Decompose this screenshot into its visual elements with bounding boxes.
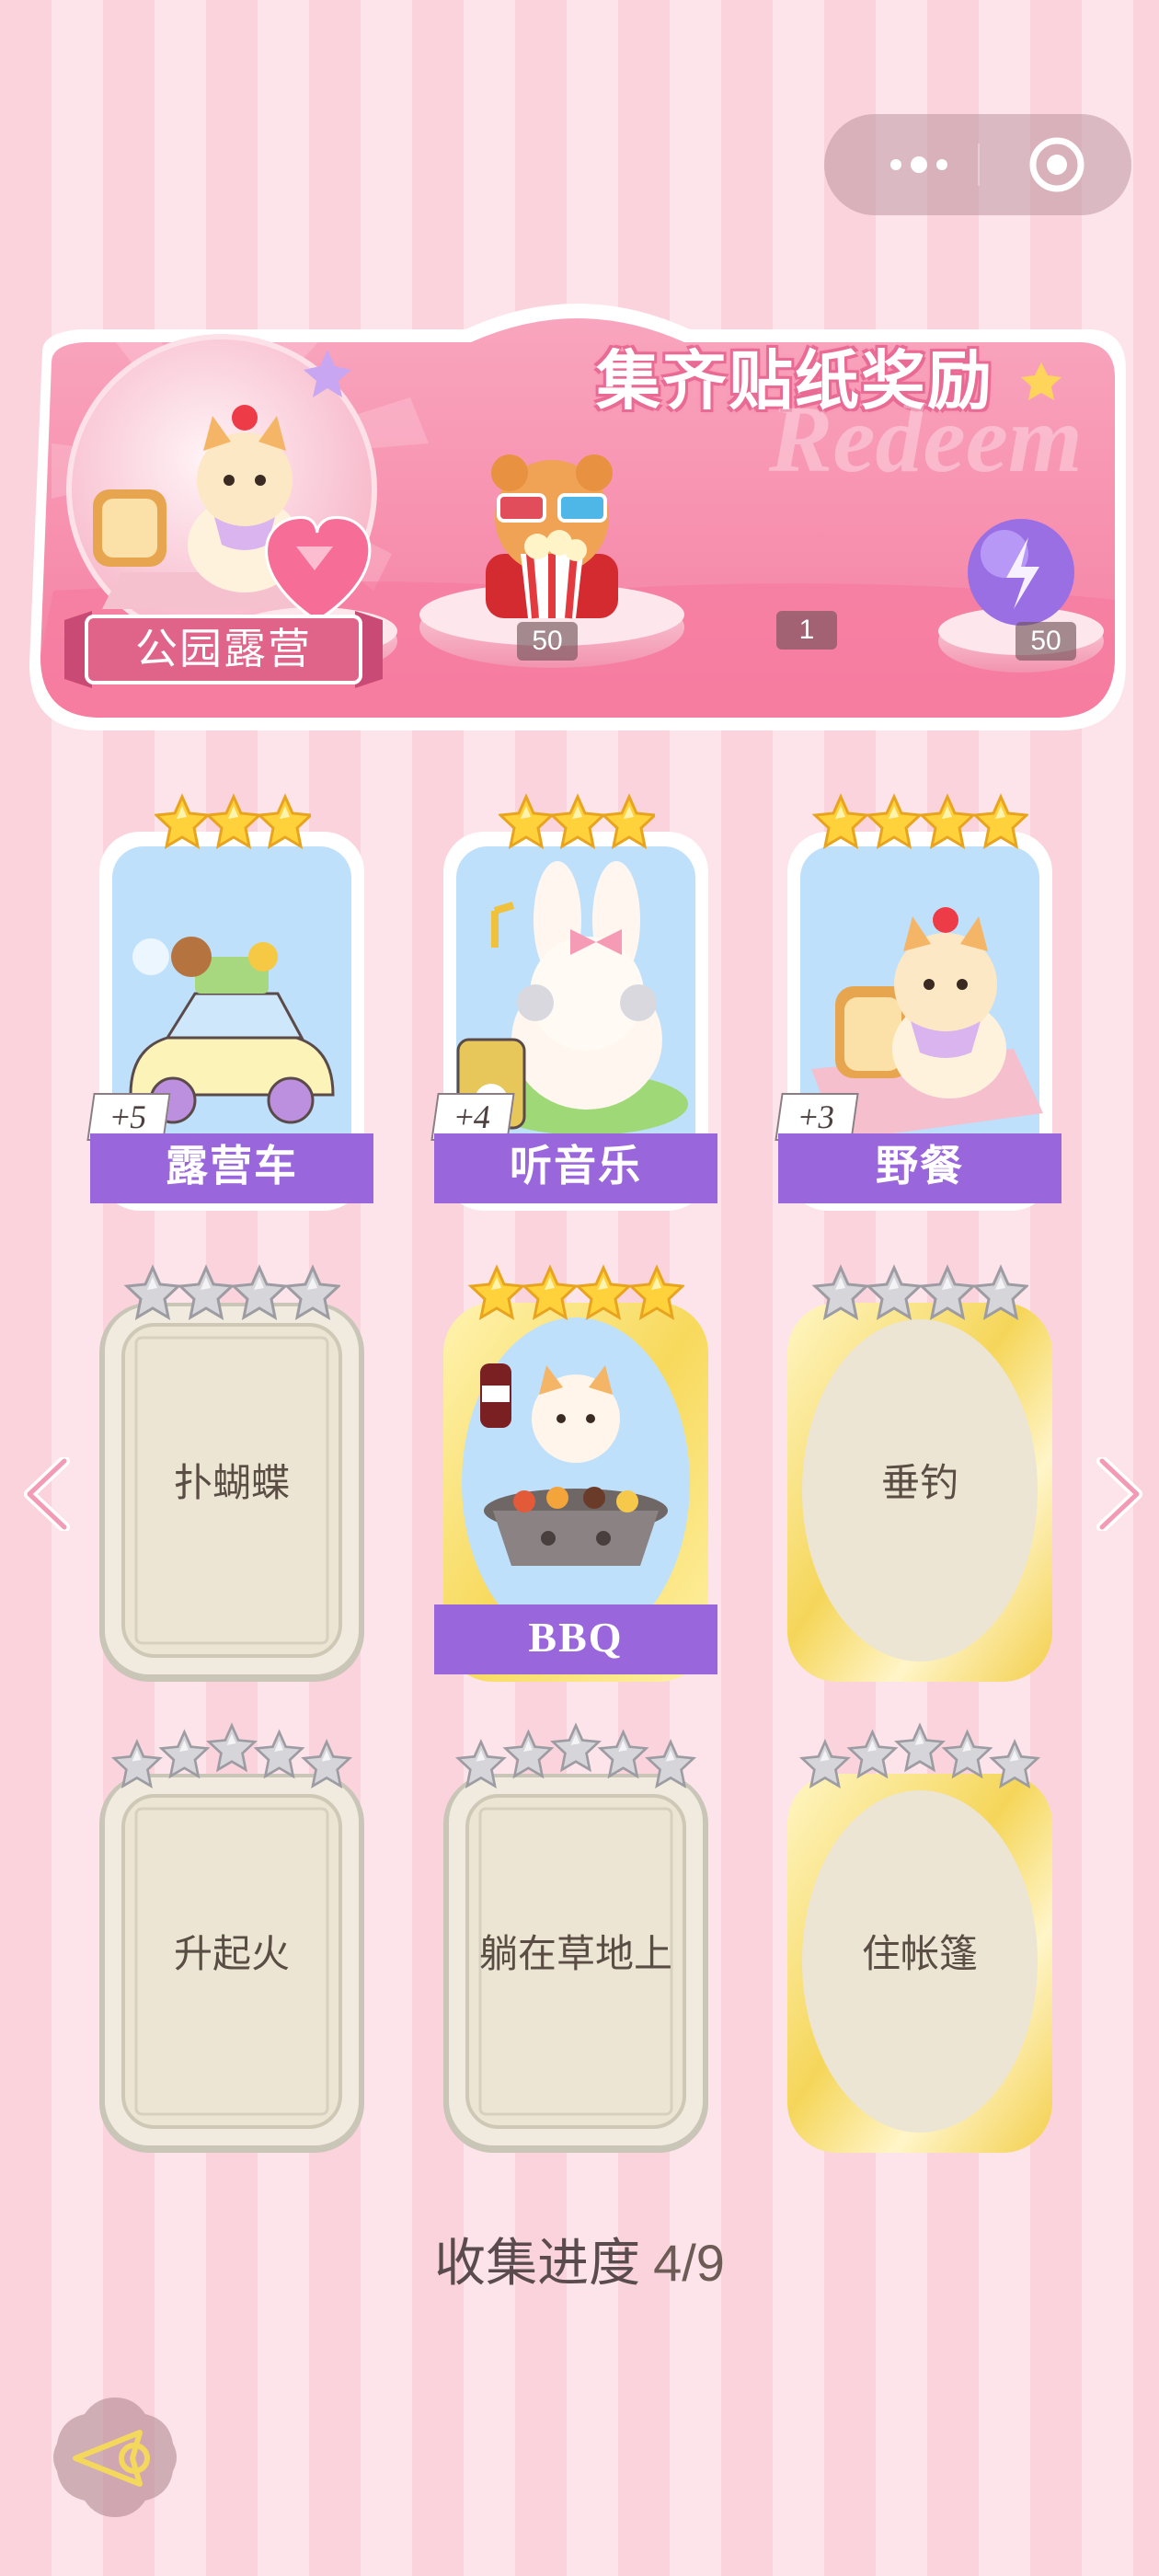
star-rating	[155, 795, 311, 848]
star-rating	[813, 1266, 1028, 1319]
reward-count: 50	[517, 622, 578, 661]
pink-heart-gem-icon	[432, 534, 561, 626]
star-rating	[800, 1724, 1039, 1788]
sticker-label: 住帐篷	[861, 1934, 978, 1976]
sticker-label: BBQ	[434, 1604, 717, 1674]
sticker-label: 升起火	[173, 1934, 290, 1976]
banner-watermark: Redeem	[769, 386, 1083, 492]
star-rating	[125, 1266, 340, 1319]
popcorn-bear-3d-glasses-icon	[649, 497, 787, 644]
capsule-divider	[978, 144, 980, 186]
sticker-label: 躺在草地上	[478, 1934, 672, 1976]
progress-label: 收集进度	[434, 2234, 641, 2292]
chevron-left-icon[interactable]	[22, 1457, 74, 1531]
sticker-card[interactable]: 升起火	[96, 1724, 368, 2156]
sticker-card[interactable]: 住帐篷	[784, 1724, 1056, 2156]
sticker-card[interactable]: BBQ	[434, 1266, 717, 1685]
chevron-right-icon[interactable]	[1093, 1457, 1144, 1531]
star-rating	[813, 795, 1028, 848]
sticker-label: 露营车	[90, 1133, 373, 1203]
more-dots-icon[interactable]	[868, 147, 970, 182]
sticker-card[interactable]: +5 露营车	[86, 795, 373, 1214]
sticker-card[interactable]: +3 野餐	[775, 795, 1061, 1214]
sticker-card[interactable]: 垂钓	[784, 1266, 1056, 1685]
album-label-text: 公园露营	[135, 625, 312, 673]
sticker-card[interactable]: 躺在草地上	[440, 1724, 712, 2156]
sticker-label: 听音乐	[434, 1133, 717, 1203]
sticker-card[interactable]: 扑蝴蝶	[96, 1266, 368, 1685]
target-circle-icon[interactable]	[1028, 136, 1085, 193]
star-rating	[112, 1724, 351, 1788]
album-label: 公园露营	[64, 611, 383, 688]
sticker-label: 野餐	[778, 1133, 1061, 1203]
sticker-card[interactable]: +4 听音乐	[430, 795, 717, 1214]
mini-program-capsule	[824, 114, 1131, 215]
sticker-label: 扑蝴蝶	[173, 1463, 290, 1505]
star-rating	[456, 1724, 695, 1788]
purple-lightning-orb-icon	[940, 524, 1056, 635]
star-rating	[469, 1266, 684, 1319]
collection-progress: 收集进度 4/9	[405, 2226, 754, 2300]
sticker-label: 垂钓	[880, 1463, 958, 1505]
progress-value: 4/9	[653, 2234, 725, 2292]
back-arrow-icon[interactable]	[50, 2392, 180, 2523]
star-rating	[499, 795, 655, 848]
